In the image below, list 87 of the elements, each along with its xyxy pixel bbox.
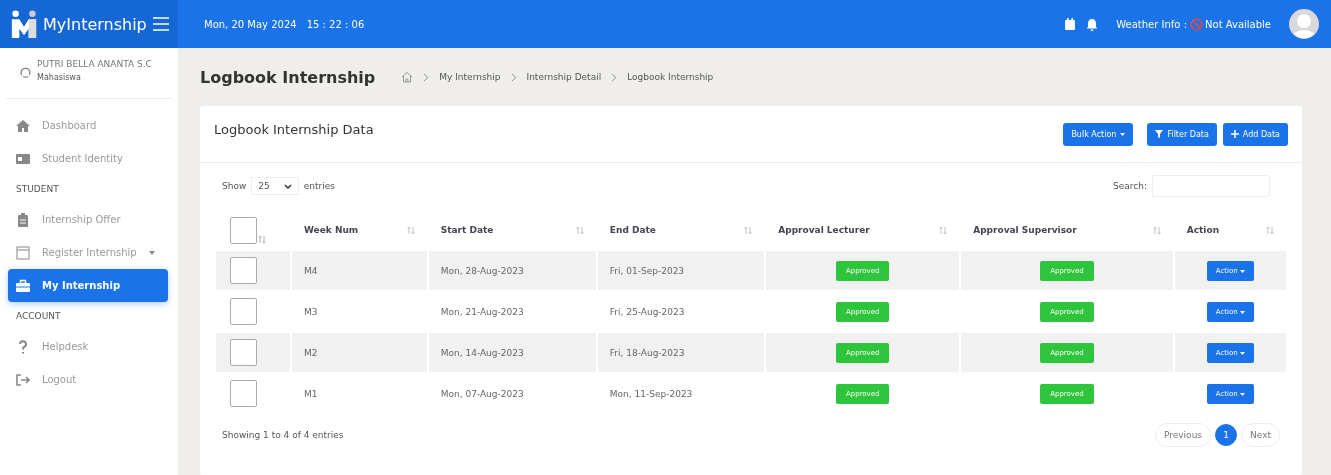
page-title: Logbook Internship: [200, 67, 376, 87]
section-heading: ACCOUNT: [16, 310, 62, 323]
sort-icon[interactable]: [406, 225, 415, 235]
breadcrumb-link[interactable]: Logbook Internship: [627, 72, 714, 82]
table-cell: Mon, 21-Aug-2023: [440, 306, 524, 317]
caret-icon: [1239, 392, 1245, 396]
sort-icon[interactable]: [575, 225, 584, 235]
row-checkbox[interactable]: [230, 380, 257, 407]
sort-icon[interactable]: [744, 225, 753, 235]
calendar-icon[interactable]: [1064, 17, 1077, 31]
table-cell: Mon, 07-Aug-2023: [440, 388, 524, 399]
toolbar-button[interactable]: Add Data: [1222, 122, 1288, 146]
user-role: Mahasiswa: [37, 73, 82, 82]
page-size-select[interactable]: 25: [251, 177, 299, 195]
table-cell: M4: [304, 265, 318, 276]
weather-value: Not Available: [1205, 18, 1271, 30]
sort-icon[interactable]: [1266, 225, 1274, 235]
filter-icon: [1155, 130, 1164, 138]
row-checkbox[interactable]: [230, 339, 257, 366]
column-header[interactable]: Action: [1186, 225, 1220, 235]
entries-label: entries: [303, 181, 335, 191]
show-label: Show: [222, 181, 247, 191]
column-header[interactable]: Approval Lecturer: [778, 225, 870, 235]
table-cell: Fri, 18-Aug-2023: [609, 347, 685, 358]
clock-text: 15 : 22 : 06: [306, 18, 365, 30]
table-cell: Mon, 14-Aug-2023: [440, 347, 524, 358]
pagination-button[interactable]: Previous: [1155, 423, 1212, 447]
breadcrumb-link[interactable]: My Internship: [439, 72, 501, 82]
question-icon: [16, 339, 30, 354]
home-icon: [16, 118, 30, 133]
select-all-checkbox[interactable]: [230, 216, 257, 244]
column-header[interactable]: Approval Supervisor: [973, 225, 1077, 235]
brand-name: MyInternship: [43, 14, 147, 34]
toolbar-button[interactable]: Bulk Action: [1063, 122, 1134, 146]
table-cell: Fri, 25-Aug-2023: [609, 306, 685, 317]
entries-info: Showing 1 to 4 of 4 entries: [222, 430, 344, 440]
bell-icon[interactable]: [1086, 17, 1099, 31]
row-checkbox[interactable]: [230, 257, 257, 284]
plus-icon: [1230, 130, 1239, 138]
caret-icon: [148, 250, 155, 255]
pagination-button[interactable]: 1: [1215, 424, 1238, 446]
nav-item[interactable]: Register Internship: [8, 236, 168, 269]
sort-icon[interactable]: [939, 225, 948, 235]
nav-item[interactable]: Helpdesk: [8, 330, 168, 363]
breadcrumb-link[interactable]: Internship Detail: [526, 72, 602, 82]
column-header[interactable]: End Date: [609, 225, 656, 235]
calendar-icon: [16, 245, 30, 260]
chevron-icon: [611, 72, 618, 82]
column-header[interactable]: Week Num: [304, 225, 359, 235]
nav-item[interactable]: Logout: [8, 363, 168, 396]
caret-icon: [1239, 310, 1245, 314]
table-cell: M1: [304, 388, 318, 399]
chevron-icon: [510, 72, 517, 82]
pagination-button[interactable]: Next: [1241, 423, 1280, 447]
nav-item[interactable]: Internship Offer: [8, 203, 168, 236]
card-title: Logbook Internship Data: [214, 122, 374, 137]
table-cell: M3: [304, 306, 318, 317]
table-cell: Mon, 11-Sep-2023: [609, 388, 693, 399]
nav-item[interactable]: My Internship: [8, 269, 168, 302]
weather-label: Weather Info :: [1116, 18, 1188, 30]
table-cell: Fri, 01-Sep-2023: [609, 265, 685, 276]
card-icon: [16, 151, 30, 166]
column-header[interactable]: Start Date: [440, 225, 494, 235]
sort-icon[interactable]: [258, 234, 266, 244]
chevron-down-icon: [283, 183, 292, 189]
logout-icon: [16, 372, 30, 387]
search-label: Search:: [1113, 181, 1147, 191]
sort-icon[interactable]: [1152, 225, 1161, 235]
caret-icon: [1239, 269, 1245, 273]
nav-item[interactable]: Student Identity: [8, 142, 168, 175]
date-text: Mon, 20 May 2024: [204, 18, 297, 30]
briefcase-icon: [16, 278, 30, 293]
caret-icon: [1120, 132, 1126, 136]
chevron-icon: [423, 72, 430, 82]
row-checkbox[interactable]: [230, 298, 257, 325]
home-icon[interactable]: [401, 71, 414, 83]
section-heading: STUDENT: [16, 183, 60, 196]
user-name: PUTRI BELLA ANANTA S.C: [37, 58, 153, 70]
nav-item[interactable]: Dashboard: [8, 109, 168, 142]
table-cell: M2: [304, 347, 318, 358]
clipboard-icon: [16, 212, 30, 227]
toolbar-button[interactable]: Filter Data: [1147, 122, 1217, 146]
logo-icon: [10, 10, 38, 38]
prohibited-icon: [1190, 17, 1204, 31]
table-cell: Mon, 28-Aug-2023: [440, 265, 524, 276]
menu-icon[interactable]: [151, 16, 170, 32]
caret-icon: [1239, 351, 1245, 355]
